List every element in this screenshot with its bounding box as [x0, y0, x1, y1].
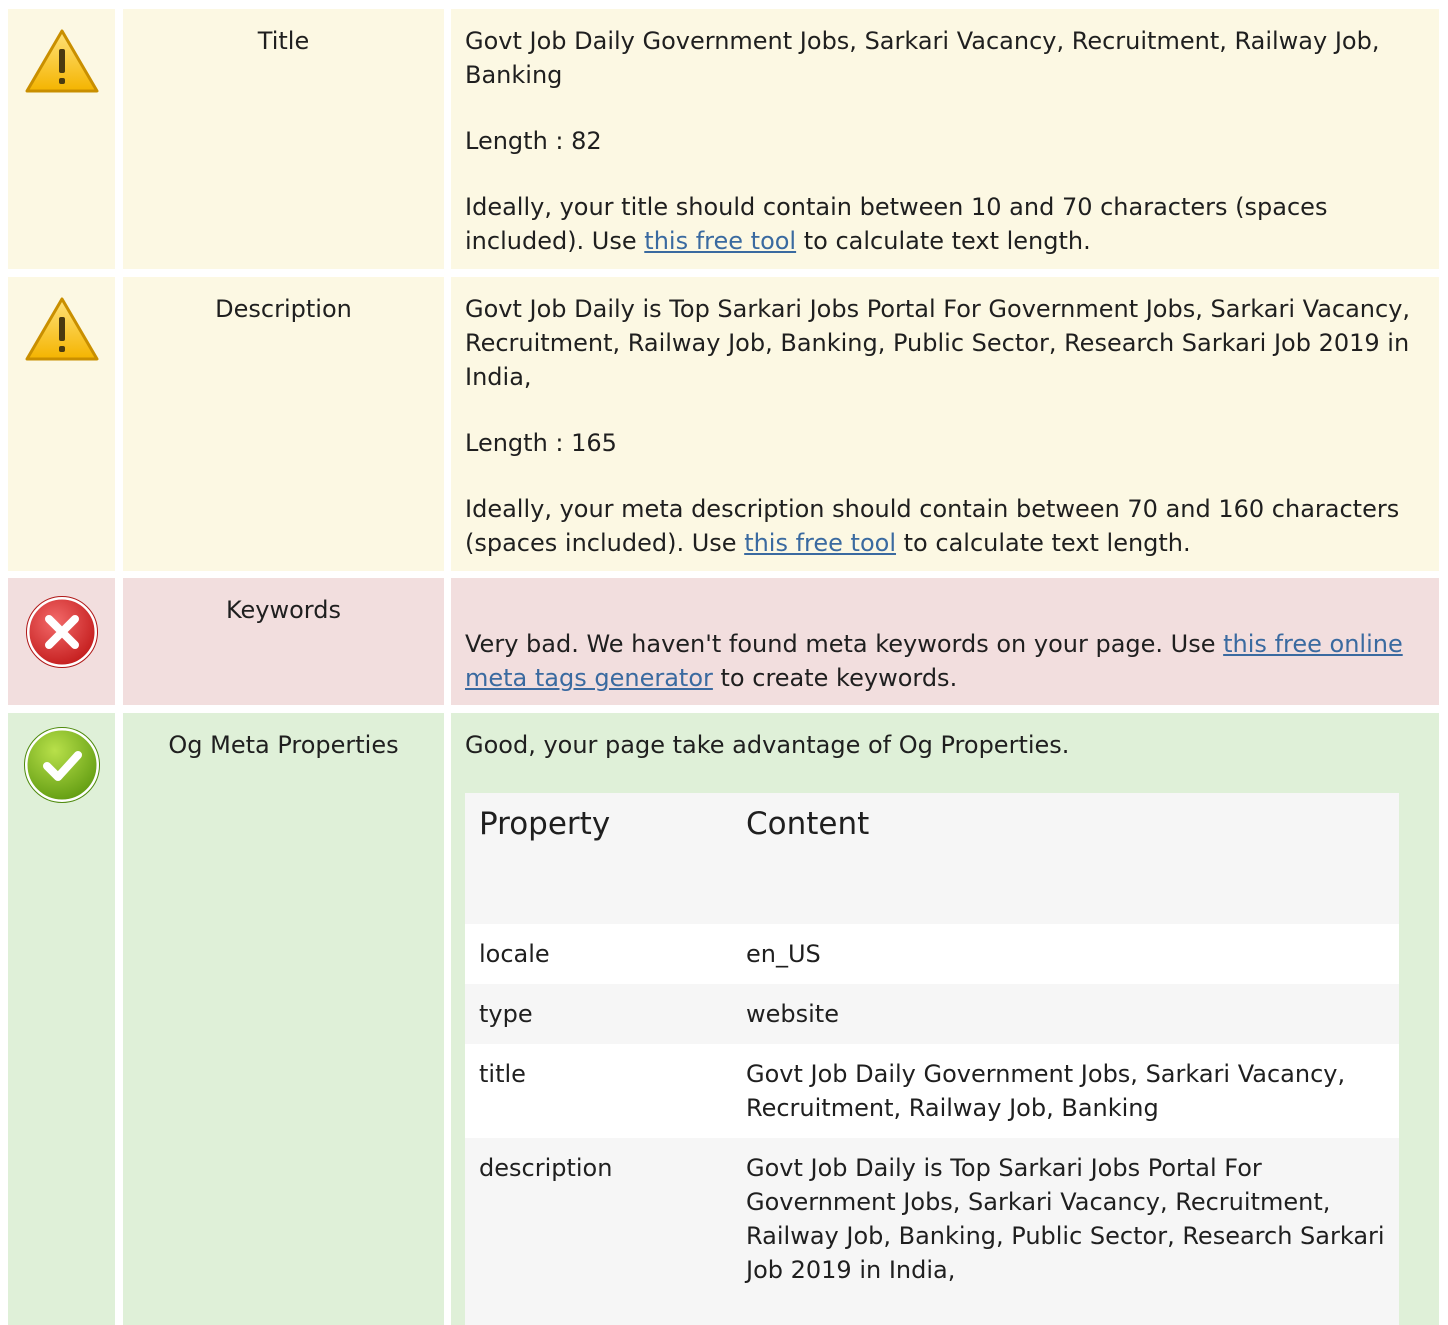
warning-icon	[25, 29, 99, 93]
check-icon	[24, 727, 100, 803]
seo-report: Title Govt Job Daily Government Jobs, Sa…	[0, 0, 1448, 1325]
title-length: Length : 82	[465, 127, 602, 155]
free-tool-link[interactable]: this free tool	[644, 227, 796, 255]
og-properties-table: Property Content locale en_US type websi…	[465, 793, 1399, 1325]
status-cell	[8, 713, 115, 1325]
advice-text: to create keywords.	[712, 664, 958, 692]
row-body: Govt Job Daily Government Jobs, Sarkari …	[451, 9, 1439, 269]
keywords-advice: Very bad. We haven't found meta keywords…	[465, 627, 1425, 695]
row-label: Og Meta Properties	[123, 713, 444, 1325]
error-icon	[26, 596, 98, 668]
advice-text: to calculate text length.	[896, 529, 1191, 557]
table-row: type website	[465, 984, 1399, 1044]
description-advice: Ideally, your meta description should co…	[465, 492, 1425, 560]
property-cell: type	[465, 984, 732, 1044]
title-value: Govt Job Daily Government Jobs, Sarkari …	[465, 27, 1380, 89]
property-cell: description	[465, 1138, 732, 1325]
description-value: Govt Job Daily is Top Sarkari Jobs Porta…	[465, 295, 1411, 391]
row-body: Govt Job Daily is Top Sarkari Jobs Porta…	[451, 277, 1439, 571]
advice-text: Very bad. We haven't found meta keywords…	[465, 630, 1224, 658]
row-body: Very bad. We haven't found meta keywords…	[451, 578, 1439, 705]
column-header-property: Property	[465, 793, 732, 924]
table-row: title Govt Job Daily Government Jobs, Sa…	[465, 1044, 1399, 1138]
status-cell	[8, 578, 115, 705]
status-cell	[8, 9, 115, 269]
og-summary: Good, your page take advantage of Og Pro…	[465, 731, 1070, 759]
table-row: description Govt Job Daily is Top Sarkar…	[465, 1138, 1399, 1325]
row-body: Good, your page take advantage of Og Pro…	[451, 713, 1439, 1325]
row-label: Description	[123, 277, 444, 571]
warning-icon	[25, 297, 99, 361]
free-tool-link[interactable]: this free tool	[744, 529, 896, 557]
table-row: locale en_US	[465, 924, 1399, 984]
title-row: Title Govt Job Daily Government Jobs, Sa…	[0, 9, 1448, 269]
keywords-row: Keywords Very bad. We haven't found meta…	[0, 578, 1448, 705]
row-label: Keywords	[123, 578, 444, 705]
content-cell: Govt Job Daily Government Jobs, Sarkari …	[732, 1044, 1399, 1138]
og-properties-row: Og Meta Properties Good, your page take …	[0, 713, 1448, 1325]
content-cell: Govt Job Daily is Top Sarkari Jobs Porta…	[732, 1138, 1399, 1325]
content-cell: en_US	[732, 924, 1399, 984]
description-length: Length : 165	[465, 429, 617, 457]
row-label: Title	[123, 9, 444, 269]
table-header-row: Property Content	[465, 793, 1399, 924]
column-header-content: Content	[732, 793, 1399, 924]
content-cell: website	[732, 984, 1399, 1044]
advice-text: to calculate text length.	[796, 227, 1091, 255]
property-cell: locale	[465, 924, 732, 984]
property-cell: title	[465, 1044, 732, 1138]
status-cell	[8, 277, 115, 571]
description-row: Description Govt Job Daily is Top Sarkar…	[0, 277, 1448, 571]
title-advice: Ideally, your title should contain betwe…	[465, 190, 1425, 258]
